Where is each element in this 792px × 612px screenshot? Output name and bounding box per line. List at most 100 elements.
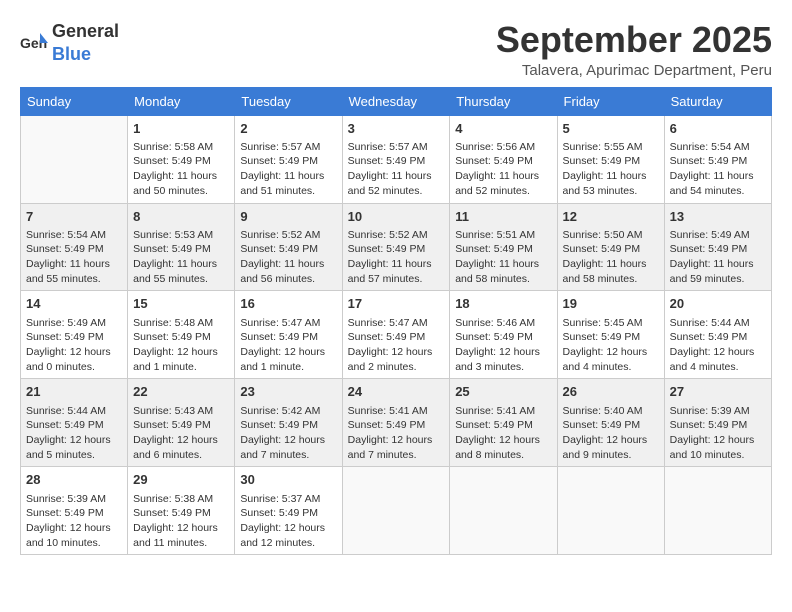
calendar-cell: 9Sunrise: 5:52 AMSunset: 5:49 PMDaylight… [235, 203, 342, 291]
day-info: Sunrise: 5:49 AMSunset: 5:49 PMDaylight:… [26, 316, 122, 375]
day-info: Sunrise: 5:55 AMSunset: 5:49 PMDaylight:… [563, 140, 659, 199]
calendar-cell: 16 Sunrise: 5:47 AMSunset: 5:49 PMDayligh… [235, 291, 342, 379]
day-number: 24 [348, 383, 445, 401]
day-number: 2 [240, 120, 336, 138]
calendar-cell: 10 Sunrise: 5:52 AMSunset: 5:49 PMDayligh… [342, 203, 450, 291]
calendar-cell: 17 Sunrise: 5:47 AMSunset: 5:49 PMDayligh… [342, 291, 450, 379]
day-info: Sunrise: 5:41 AMSunset: 5:49 PMDaylight:… [348, 404, 445, 463]
calendar-cell: 25 Sunrise: 5:41 AMSunset: 5:49 PMDayligh… [450, 379, 557, 467]
calendar-cell: 4 Sunrise: 5:56 AMSunset: 5:49 PMDaylight… [450, 115, 557, 203]
day-number: 6 [670, 120, 766, 138]
logo-general: General [52, 21, 119, 41]
calendar-table: SundayMondayTuesdayWednesdayThursdayFrid… [20, 87, 772, 556]
day-info: Sunrise: 5:57 AMSunset: 5:49 PMDaylight:… [348, 140, 445, 199]
weekday-header-monday: Monday [128, 87, 235, 115]
day-info: Sunrise: 5:58 AMSunset: 5:49 PMDaylight:… [133, 140, 229, 199]
calendar-cell: 1Sunrise: 5:58 AMSunset: 5:49 PMDaylight… [128, 115, 235, 203]
logo: Gen General Blue [20, 20, 119, 66]
calendar-cell [664, 467, 771, 555]
calendar-cell: 15 Sunrise: 5:48 AMSunset: 5:49 PMDayligh… [128, 291, 235, 379]
day-number: 27 [670, 383, 766, 401]
day-info: Sunrise: 5:45 AMSunset: 5:49 PMDaylight:… [563, 316, 659, 375]
day-info: Sunrise: 5:41 AMSunset: 5:49 PMDaylight:… [455, 404, 551, 463]
day-info: Sunrise: 5:52 AMSunset: 5:49 PMDaylight:… [348, 228, 445, 287]
calendar-cell: 2 Sunrise: 5:57 AMSunset: 5:49 PMDaylight… [235, 115, 342, 203]
calendar-cell: 18Sunrise: 5:46 AMSunset: 5:49 PMDayligh… [450, 291, 557, 379]
calendar-cell [450, 467, 557, 555]
calendar-cell: 27 Sunrise: 5:39 AMSunset: 5:49 PMDayligh… [664, 379, 771, 467]
day-info: Sunrise: 5:54 AMSunset: 5:49 PMDaylight:… [670, 140, 766, 199]
calendar-cell [21, 115, 128, 203]
day-info: Sunrise: 5:56 AMSunset: 5:49 PMDaylight:… [455, 140, 551, 199]
day-number: 16 [240, 295, 336, 313]
calendar-cell: 6 Sunrise: 5:54 AMSunset: 5:49 PMDaylight… [664, 115, 771, 203]
day-number: 9 [240, 208, 336, 226]
day-number: 29 [133, 471, 229, 489]
logo-icon: Gen [20, 28, 50, 58]
calendar-cell: 11 Sunrise: 5:51 AMSunset: 5:49 PMDayligh… [450, 203, 557, 291]
day-number: 20 [670, 295, 766, 313]
day-info: Sunrise: 5:48 AMSunset: 5:49 PMDaylight:… [133, 316, 229, 375]
day-number: 3 [348, 120, 445, 138]
calendar-cell: 23 Sunrise: 5:42 AMSunset: 5:49 PMDayligh… [235, 379, 342, 467]
day-number: 15 [133, 295, 229, 313]
calendar-cell: 20Sunrise: 5:44 AMSunset: 5:49 PMDayligh… [664, 291, 771, 379]
weekday-header-friday: Friday [557, 87, 664, 115]
day-info: Sunrise: 5:39 AMSunset: 5:49 PMDaylight:… [26, 492, 122, 551]
day-info: Sunrise: 5:38 AMSunset: 5:49 PMDaylight:… [133, 492, 229, 551]
day-info: Sunrise: 5:50 AMSunset: 5:49 PMDaylight:… [563, 228, 659, 287]
weekday-header-tuesday: Tuesday [235, 87, 342, 115]
day-info: Sunrise: 5:53 AMSunset: 5:49 PMDaylight:… [133, 228, 229, 287]
calendar-cell: 14 Sunrise: 5:49 AMSunset: 5:49 PMDayligh… [21, 291, 128, 379]
day-info: Sunrise: 5:47 AMSunset: 5:49 PMDaylight:… [240, 316, 336, 375]
calendar-cell: 24 Sunrise: 5:41 AMSunset: 5:49 PMDayligh… [342, 379, 450, 467]
calendar-cell: 3 Sunrise: 5:57 AMSunset: 5:49 PMDaylight… [342, 115, 450, 203]
title-block: September 2025 Talavera, Apurimac Depart… [496, 20, 772, 79]
calendar-cell: 19 Sunrise: 5:45 AMSunset: 5:49 PMDayligh… [557, 291, 664, 379]
calendar-cell: 5 Sunrise: 5:55 AMSunset: 5:49 PMDaylight… [557, 115, 664, 203]
subtitle: Talavera, Apurimac Department, Peru [496, 62, 772, 79]
day-number: 17 [348, 295, 445, 313]
page-header: Gen General Blue September 2025 Talavera… [20, 20, 772, 79]
weekday-header-saturday: Saturday [664, 87, 771, 115]
day-number: 26 [563, 383, 659, 401]
day-number: 10 [348, 208, 445, 226]
day-info: Sunrise: 5:44 AMSunset: 5:49 PMDaylight:… [26, 404, 122, 463]
month-title: September 2025 [496, 20, 772, 60]
day-info: Sunrise: 5:49 AMSunset: 5:49 PMDaylight:… [670, 228, 766, 287]
logo-blue: Blue [52, 44, 91, 64]
day-number: 14 [26, 295, 122, 313]
day-number: 25 [455, 383, 551, 401]
day-info: Sunrise: 5:37 AMSunset: 5:49 PMDaylight:… [240, 492, 336, 551]
day-number: 11 [455, 208, 551, 226]
day-number: 7 [26, 208, 122, 226]
calendar-cell: 13Sunrise: 5:49 AMSunset: 5:49 PMDayligh… [664, 203, 771, 291]
day-number: 23 [240, 383, 336, 401]
day-number: 4 [455, 120, 551, 138]
day-number: 5 [563, 120, 659, 138]
day-number: 30 [240, 471, 336, 489]
weekday-header-thursday: Thursday [450, 87, 557, 115]
day-number: 28 [26, 471, 122, 489]
day-info: Sunrise: 5:47 AMSunset: 5:49 PMDaylight:… [348, 316, 445, 375]
day-number: 22 [133, 383, 229, 401]
calendar-cell [557, 467, 664, 555]
day-number: 19 [563, 295, 659, 313]
calendar-cell: 12Sunrise: 5:50 AMSunset: 5:49 PMDayligh… [557, 203, 664, 291]
weekday-header-sunday: Sunday [21, 87, 128, 115]
weekday-header-wednesday: Wednesday [342, 87, 450, 115]
day-number: 21 [26, 383, 122, 401]
calendar-cell: 30 Sunrise: 5:37 AMSunset: 5:49 PMDayligh… [235, 467, 342, 555]
day-info: Sunrise: 5:39 AMSunset: 5:49 PMDaylight:… [670, 404, 766, 463]
day-info: Sunrise: 5:57 AMSunset: 5:49 PMDaylight:… [240, 140, 336, 199]
day-info: Sunrise: 5:42 AMSunset: 5:49 PMDaylight:… [240, 404, 336, 463]
day-info: Sunrise: 5:46 AMSunset: 5:49 PMDaylight:… [455, 316, 551, 375]
calendar-cell: 8 Sunrise: 5:53 AMSunset: 5:49 PMDaylight… [128, 203, 235, 291]
day-info: Sunrise: 5:43 AMSunset: 5:49 PMDaylight:… [133, 404, 229, 463]
day-number: 8 [133, 208, 229, 226]
calendar-cell: 22 Sunrise: 5:43 AMSunset: 5:49 PMDayligh… [128, 379, 235, 467]
calendar-cell: 7Sunrise: 5:54 AMSunset: 5:49 PMDaylight… [21, 203, 128, 291]
calendar-cell: 29 Sunrise: 5:38 AMSunset: 5:49 PMDayligh… [128, 467, 235, 555]
day-info: Sunrise: 5:51 AMSunset: 5:49 PMDaylight:… [455, 228, 551, 287]
calendar-cell: 26Sunrise: 5:40 AMSunset: 5:49 PMDayligh… [557, 379, 664, 467]
